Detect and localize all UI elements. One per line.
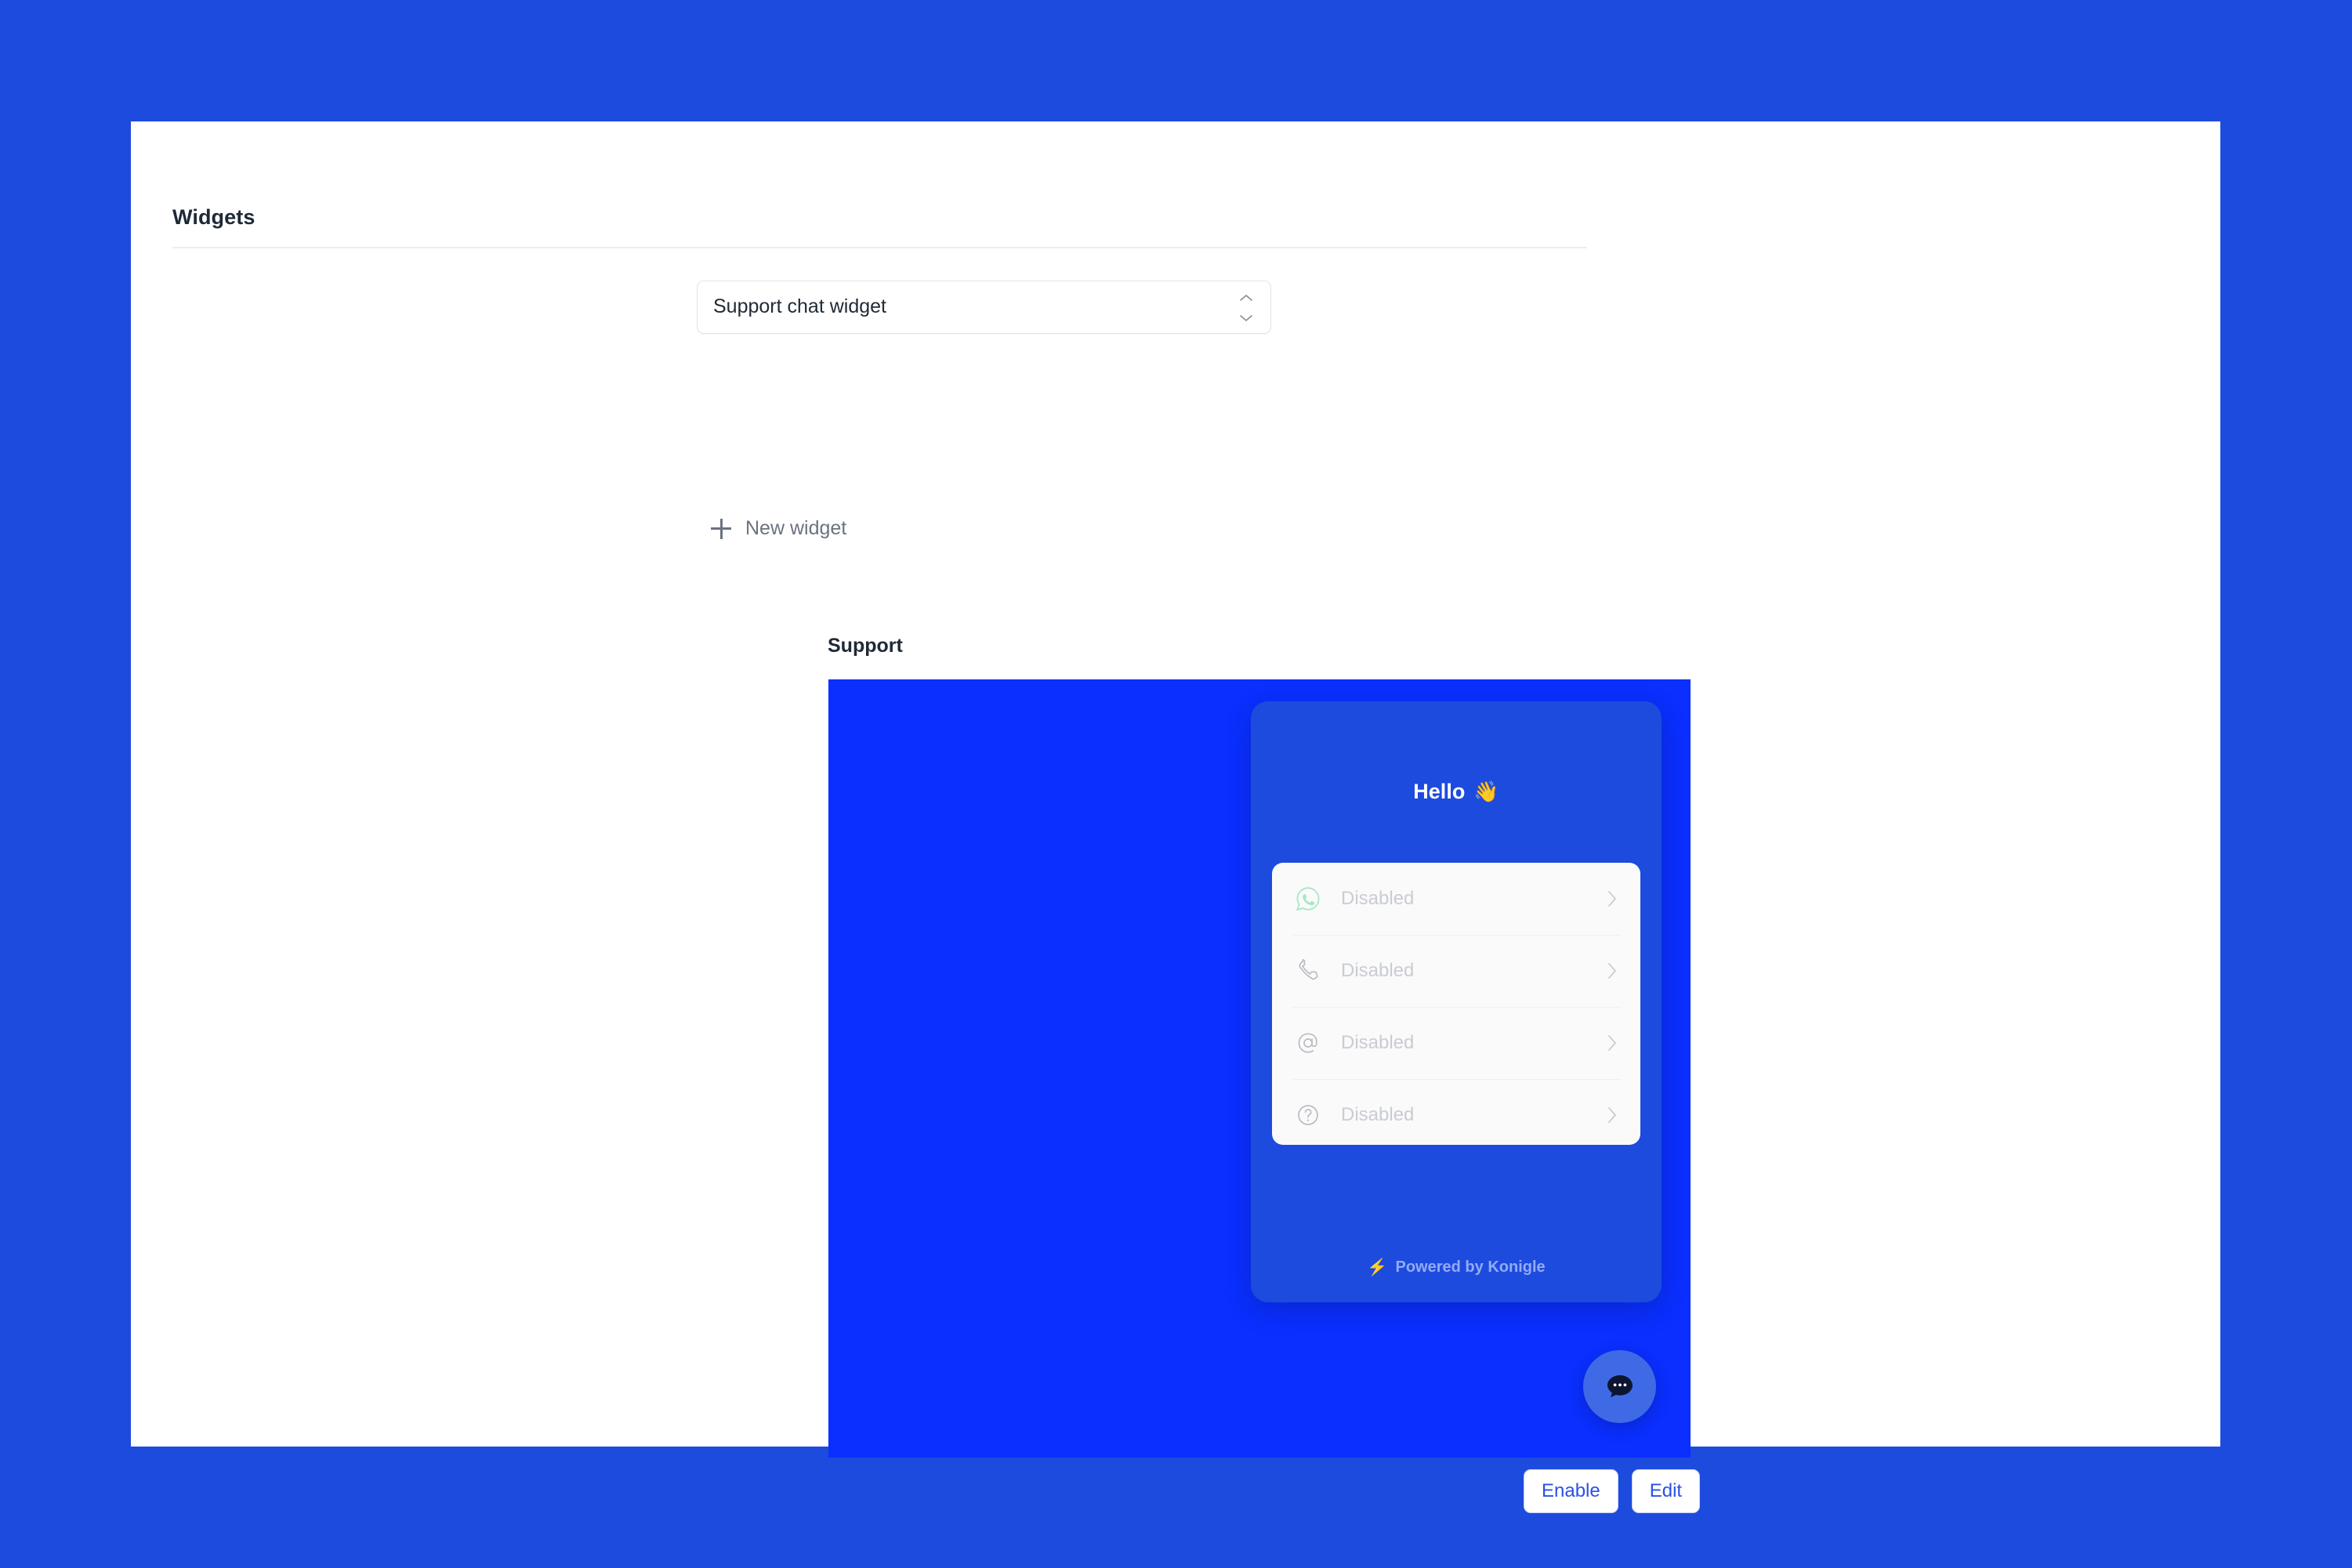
chat-bubble-dots-icon (1603, 1370, 1637, 1404)
phone-icon (1292, 955, 1324, 987)
list-item[interactable]: Disabled (1272, 1007, 1640, 1079)
list-item-label: Disabled (1341, 1032, 1415, 1053)
list-item[interactable]: Disabled (1272, 1079, 1640, 1145)
app-panel: Widgets Support chat widget New widget S… (131, 121, 2220, 1513)
chevron-right-icon (1603, 1034, 1622, 1052)
header-divider (172, 247, 1587, 248)
widget-preview-stage: Hello 👋 Disabled Disabled Disabled Disab… (828, 679, 1691, 1458)
list-item[interactable]: Disabled (1272, 935, 1640, 1007)
powered-by-label: Powered by Konigle (1395, 1258, 1546, 1276)
whatsapp-icon (1292, 883, 1324, 914)
chat-launcher-button[interactable] (1583, 1350, 1656, 1423)
chevron-right-icon (1603, 1106, 1622, 1124)
chevron-right-icon (1603, 889, 1622, 908)
list-item-label: Disabled (1341, 960, 1415, 981)
chevron-right-icon (1603, 961, 1622, 980)
edit-button[interactable]: Edit (1631, 1469, 1701, 1513)
widget-actions: Enable Edit (1524, 1469, 1701, 1513)
list-item[interactable]: Disabled (1272, 863, 1640, 935)
page-title: Widgets (172, 205, 255, 229)
new-widget-button[interactable]: New widget (711, 517, 846, 540)
widget-selector[interactable]: Support chat widget (697, 281, 1271, 334)
powered-by-konigle[interactable]: ⚡ Powered by Konigle (1251, 1258, 1662, 1276)
enable-button[interactable]: Enable (1524, 1469, 1618, 1513)
support-section-label: Support (828, 635, 903, 657)
widget-selector-value: Support chat widget (713, 295, 886, 317)
chat-widget-channel-list: Disabled Disabled Disabled Disabled (1272, 863, 1640, 1145)
lightning-bolt-icon: ⚡ (1367, 1258, 1388, 1276)
email-at-icon (1292, 1027, 1324, 1059)
new-widget-label: New widget (745, 517, 847, 539)
list-item-label: Disabled (1341, 888, 1415, 909)
chevron-up-down-icon[interactable] (1238, 293, 1254, 323)
plus-icon (711, 518, 731, 539)
wave-emoji: 👋 (1473, 780, 1499, 803)
greeting-text: Hello (1413, 780, 1466, 803)
list-item-label: Disabled (1341, 1104, 1415, 1125)
chat-widget-greeting: Hello 👋 (1251, 780, 1662, 804)
chat-widget-card: Hello 👋 Disabled Disabled Disabled Disab… (1251, 701, 1662, 1302)
question-circle-icon (1292, 1099, 1324, 1131)
